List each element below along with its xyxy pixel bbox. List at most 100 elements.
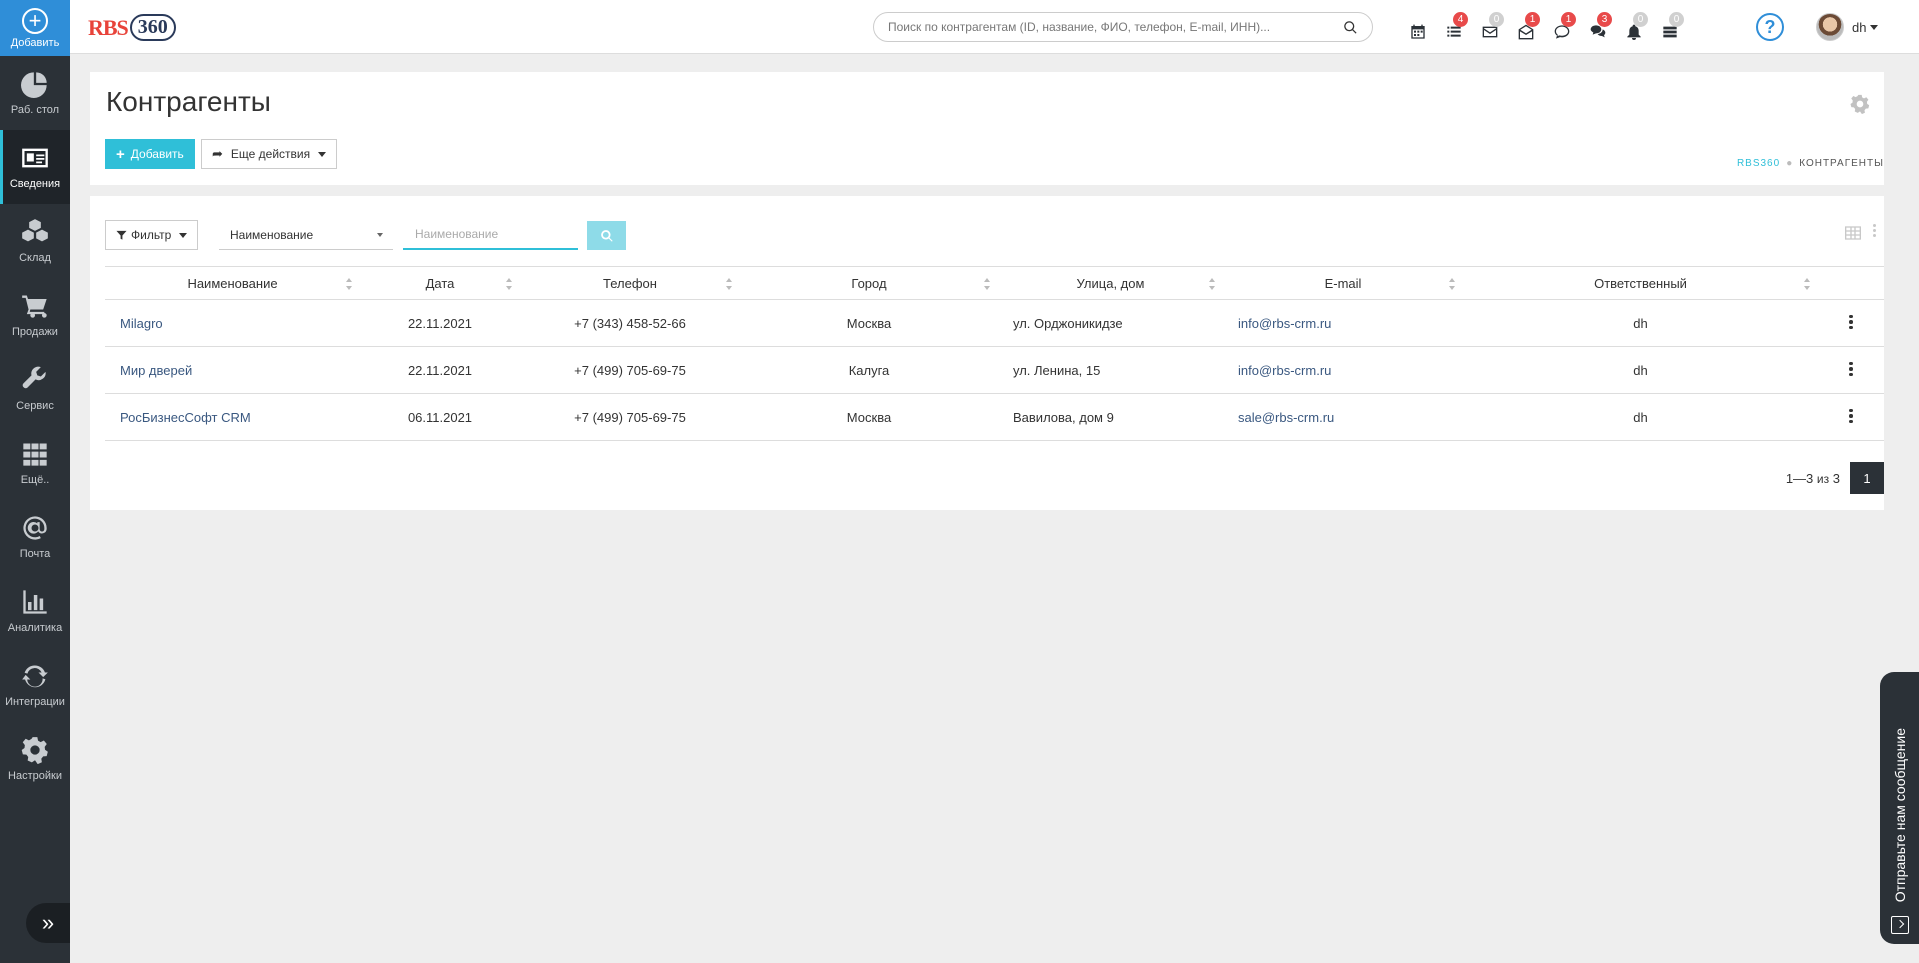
grid-icon <box>23 443 47 466</box>
sort-icon <box>1449 278 1455 290</box>
table-icon[interactable] <box>1845 226 1861 240</box>
sidebar-expand-button[interactable]: » <box>26 903 70 943</box>
name-search-input[interactable] <box>403 220 578 250</box>
feedback-tab[interactable]: Отправьте нам сообщение <box>1880 672 1919 944</box>
column-header-label: Ответственный <box>1594 275 1687 291</box>
column-header-label: Дата <box>425 275 455 291</box>
gear-icon[interactable] <box>1850 94 1870 114</box>
notifications-badge: 0 <box>1633 12 1648 27</box>
more-actions-button[interactable]: ➦ Еще действия <box>201 139 338 169</box>
cell-actions <box>1818 346 1884 394</box>
column-header-responsible[interactable]: Ответственный <box>1463 266 1818 300</box>
counterparty-link[interactable]: РосБизнесСофт CRM <box>120 410 251 425</box>
sidebar-item-desktop[interactable]: Раб. стол <box>0 56 70 130</box>
filter-button[interactable]: Фильтр <box>105 220 199 250</box>
column-header-phone[interactable]: Телефон <box>520 266 740 300</box>
bar-chart-icon <box>23 590 47 614</box>
help-icon[interactable]: ? <box>1756 13 1784 41</box>
column-header-city[interactable]: Город <box>740 266 998 300</box>
mail-button[interactable]: 0 <box>1472 12 1508 40</box>
logo-text-rbs: RBS <box>88 14 129 40</box>
counterparty-link[interactable]: Мир дверей <box>120 363 192 378</box>
sidebar-item-sales[interactable]: Продажи <box>0 278 70 352</box>
sidebar-item-analytics[interactable]: Аналитика <box>0 574 70 648</box>
cell-name: РосБизнесСофт CRM <box>105 393 360 441</box>
sidebar-item-service[interactable]: Сервис <box>0 352 70 426</box>
sort-icon <box>1804 278 1810 290</box>
counterparty-link[interactable]: Milagro <box>120 316 163 331</box>
tasks-button[interactable]: 4 <box>1436 12 1472 40</box>
main-panel: Фильтр Наименование Наименование Дата Те… <box>90 196 1884 510</box>
sidebar-item-label: Аналитика <box>7 622 63 634</box>
breadcrumb-home[interactable]: RBS360 <box>1737 158 1780 169</box>
comments-button[interactable]: 3 <box>1580 12 1616 40</box>
top-header: RBS 360 4 0 1 1 3 0 <box>70 0 1919 54</box>
table-row[interactable]: РосБизнесСофт CRM 06.11.2021 +7 (499) 70… <box>105 393 1884 441</box>
search-field-selected: Наименование <box>230 227 314 242</box>
stack-button[interactable]: 0 <box>1652 12 1688 40</box>
double-chevron-right-icon: » <box>41 910 55 935</box>
sidebar-item-mail[interactable]: Почта <box>0 500 70 574</box>
search-icon[interactable] <box>1343 20 1358 35</box>
sidebar-item-settings[interactable]: Настройки <box>0 722 70 796</box>
column-header-email[interactable]: E-mail <box>1223 266 1463 300</box>
sidebar-item-integrations[interactable]: Интеграции <box>0 648 70 722</box>
caret-down-icon <box>1870 24 1879 30</box>
column-header-date[interactable]: Дата <box>360 266 520 300</box>
sidebar-item-more[interactable]: Ещё.. <box>0 426 70 500</box>
cell-city: Калуга <box>740 346 998 394</box>
page-button-current[interactable]: 1 <box>1850 462 1884 494</box>
email-link[interactable]: info@rbs-crm.ru <box>1238 363 1331 378</box>
comments-badge: 3 <box>1597 12 1612 27</box>
email-link[interactable]: sale@rbs-crm.ru <box>1238 410 1334 425</box>
breadcrumb: RBS360 ● Контрагенты <box>1737 158 1884 169</box>
plus-circle-icon: + <box>22 7 48 34</box>
table-row[interactable]: Мир дверей 22.11.2021 +7 (499) 705-69-75… <box>105 346 1884 394</box>
share-icon: ➦ <box>212 146 223 161</box>
search-button[interactable] <box>587 221 626 250</box>
pagination-info: 1—3 из 3 <box>1786 471 1840 486</box>
sort-icon <box>506 278 512 290</box>
row-menu-icon[interactable] <box>1849 314 1853 330</box>
add-counterparty-button[interactable]: + Добавить <box>105 139 195 169</box>
caret-down-icon <box>377 233 383 237</box>
sidebar: + Добавить Раб. стол Сведения Склад Прод… <box>0 0 70 963</box>
user-menu[interactable]: dh <box>1816 13 1879 41</box>
chat-badge: 1 <box>1561 12 1576 27</box>
cart-icon <box>22 295 47 318</box>
global-search <box>873 12 1373 42</box>
sidebar-item-info[interactable]: Сведения <box>0 130 70 204</box>
tasks-badge: 4 <box>1453 12 1468 27</box>
row-menu-icon[interactable] <box>1849 408 1853 424</box>
row-menu-icon[interactable] <box>1849 361 1853 377</box>
cell-city: Москва <box>740 393 998 441</box>
column-header-label: Улица, дом <box>1076 275 1145 291</box>
calendar-icon <box>1411 24 1425 39</box>
logo[interactable]: RBS 360 <box>88 14 176 41</box>
global-search-input[interactable] <box>888 20 1343 34</box>
calendar-button[interactable] <box>1400 14 1436 40</box>
mail-badge: 0 <box>1489 12 1504 27</box>
notifications-button[interactable]: 0 <box>1616 12 1652 40</box>
search-field-select[interactable]: Наименование <box>219 220 393 250</box>
email-link[interactable]: info@rbs-crm.ru <box>1238 316 1331 331</box>
cell-responsible: dh <box>1463 393 1818 441</box>
add-button-label: Добавить <box>130 147 184 161</box>
column-header-street[interactable]: Улица, дом <box>998 266 1223 300</box>
column-header-name[interactable]: Наименование <box>105 266 360 300</box>
table-options-icon[interactable] <box>1872 224 1876 240</box>
cell-name: Milagro <box>105 299 360 347</box>
sidebar-item-label: Продажи <box>12 326 58 338</box>
sort-icon <box>346 278 352 290</box>
logo-text-360: 360 <box>129 14 176 41</box>
breadcrumb-current: Контрагенты <box>1799 158 1884 169</box>
inbox-button[interactable]: 1 <box>1508 12 1544 40</box>
wrench-icon <box>22 366 46 389</box>
sidebar-item-warehouse[interactable]: Склад <box>0 204 70 278</box>
filter-icon <box>116 230 127 240</box>
table-row[interactable]: Milagro 22.11.2021 +7 (343) 458-52-66 Мо… <box>105 299 1884 347</box>
sidebar-item-label: Раб. стол <box>10 104 60 116</box>
chat-button[interactable]: 1 <box>1544 12 1580 40</box>
cell-street: ул. Ленина, 15 <box>998 346 1223 394</box>
sidebar-add-button[interactable]: + Добавить <box>0 0 70 56</box>
